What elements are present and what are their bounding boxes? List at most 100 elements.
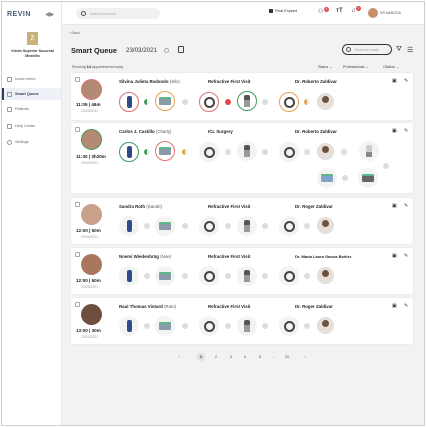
scope-icon (203, 96, 215, 108)
edit-icon[interactable]: ✎ (404, 303, 408, 309)
sidebar-item-label: Help Center (15, 124, 36, 128)
id-card-icon[interactable]: ▣ (392, 203, 397, 209)
back-link[interactable]: ‹ Back (69, 31, 80, 35)
appointment-card[interactable]: 12:00 | 50m 23/03/2021 Sandra Roth (Sand… (71, 198, 413, 244)
filter-icon[interactable]: ⛛ (396, 46, 402, 54)
patient-name: Raul Thomas Vintard (Rulo) (119, 304, 176, 309)
step-dot (225, 223, 231, 229)
scope-icon (283, 270, 295, 282)
patient-full-name: Noemi Wiedenbrüg (119, 254, 159, 259)
step-scan (155, 91, 175, 111)
appointment-card[interactable]: 12:00 | 50m 23/03/2021 Noemi Wiedenbrüg … (71, 248, 413, 294)
next-page-button[interactable]: › (301, 353, 309, 361)
appointment-date: 23/03/2021 (81, 109, 98, 113)
microscope-icon (244, 320, 250, 332)
patient-name: Sandra Roth (Sandri) (119, 204, 162, 209)
patient-name: Silvina Julieta Redondo (Silv) (119, 79, 180, 84)
org-selector[interactable]: Visión Superior Sucursal Medellín (5, 49, 60, 58)
step-dot (262, 99, 268, 105)
citation-filter[interactable]: Citation ⌄ (383, 65, 399, 69)
tonometer-icon (366, 145, 372, 157)
status-filter[interactable]: Status ⌄ (318, 65, 332, 69)
doctor-name: Dr. Roger Zaldivar (295, 304, 333, 309)
filter-label: Professionals (343, 65, 365, 69)
page-button[interactable]: 2 (212, 353, 220, 361)
step-dot (341, 149, 347, 155)
card-checkbox[interactable] (75, 252, 80, 257)
appointment-date: 23/03/2021 (81, 285, 98, 289)
calendar-icon[interactable] (178, 46, 184, 53)
patient-full-name: Sandra Roth (119, 204, 146, 209)
id-card-icon[interactable]: ▣ (392, 128, 397, 134)
page-button[interactable]: 20 (283, 353, 291, 361)
text-size-icon[interactable]: ᴛT (336, 8, 343, 14)
doctor-avatar (317, 217, 334, 234)
device-icon (159, 147, 171, 155)
professionals-filter[interactable]: Professionals ⌄ (343, 65, 369, 69)
patient-nickname: (Silv) (169, 79, 180, 84)
device-icon (321, 174, 333, 182)
grid-icon (7, 76, 12, 82)
appointment-card[interactable]: 11:05 | 46m 23/03/2021 Silvina Julieta R… (71, 73, 413, 120)
sidebar-item-label: Settings (15, 140, 29, 144)
patient-avatar (81, 129, 102, 150)
bell-icon[interactable]: ♫ (351, 8, 356, 14)
appointment-time: 12:00 | 50m (76, 278, 101, 283)
card-checkbox[interactable] (75, 127, 80, 132)
current-date: 23/03/2021 (126, 47, 157, 54)
step-refraction (279, 316, 299, 336)
page-button[interactable]: 3 (227, 353, 235, 361)
scope-icon (283, 220, 295, 232)
card-checkbox[interactable] (75, 77, 80, 82)
prev-page-button[interactable]: ‹ (175, 353, 183, 361)
id-card-icon[interactable]: ▣ (392, 253, 397, 259)
card-checkbox[interactable] (75, 202, 80, 207)
step-surgery (358, 168, 378, 188)
appointment-time: 13:00 | 30m (76, 328, 101, 333)
doctor-name: Dr. Roberto Zaldivar (295, 129, 337, 134)
step-iop (119, 92, 139, 112)
patient-nickname: (Noe) (160, 254, 172, 259)
card-checkbox[interactable] (75, 302, 80, 307)
device-icon (159, 222, 171, 230)
appointment-time: 11:30 | 3h20m (76, 154, 106, 159)
info-icon[interactable] (164, 48, 169, 53)
sidebar-item-iconic-menu[interactable]: Iconic menu (2, 73, 61, 85)
count-prefix: Showing (72, 65, 86, 69)
step-exam (237, 216, 257, 236)
edit-icon[interactable]: ✎ (404, 203, 408, 209)
step-scan (155, 216, 175, 236)
step-dot (225, 323, 231, 329)
sidebar-item-help-center[interactable]: Help Center (2, 120, 61, 132)
doctor-name: Dr. Roger Zaldivar (295, 204, 333, 209)
appointment-card[interactable]: 13:00 | 30m 23/03/2021 Raul Thomas Vinta… (71, 298, 413, 344)
doctor-avatar (317, 93, 334, 110)
tube-icon (126, 220, 132, 232)
users-icon[interactable]: ⚇ (318, 8, 323, 15)
edit-icon[interactable]: ✎ (404, 78, 408, 84)
id-card-icon[interactable]: ▣ (392, 78, 397, 84)
final-expired-button[interactable]: Final Expired (269, 9, 297, 13)
microscope-icon (244, 95, 250, 107)
edit-icon[interactable]: ✎ (404, 253, 408, 259)
collapse-sidebar-icon[interactable]: ◀▶ (45, 11, 54, 18)
global-search-input[interactable]: Search keyword (76, 8, 160, 19)
id-card-icon[interactable]: ▣ (392, 303, 397, 309)
page-button[interactable]: 5 (256, 353, 264, 361)
page-button[interactable]: 1 (197, 353, 205, 361)
avatar[interactable] (368, 8, 378, 18)
sidebar-item-settings[interactable]: Settings (2, 136, 61, 148)
edit-icon[interactable]: ✎ (404, 128, 408, 134)
step-refraction (279, 216, 299, 236)
appointment-card[interactable]: 11:30 | 3h20m 23/03/2021 Carlos J. Casti… (71, 123, 413, 193)
search-icon (81, 11, 86, 16)
sidebar-item-smart-queue[interactable]: Smart Queue (2, 88, 61, 100)
page-button[interactable]: 4 (241, 353, 249, 361)
step-topography (199, 316, 219, 336)
user-menu[interactable]: DR MANGOA (380, 11, 401, 15)
sidebar-item-patients[interactable]: Patients (2, 103, 61, 115)
appointment-time: 11:05 | 46m (76, 102, 101, 107)
sliders-icon[interactable]: ☰ (407, 46, 413, 54)
final-expired-label: Final Expired (275, 9, 298, 13)
patient-full-name: Carlos J. Castillo (119, 129, 155, 134)
